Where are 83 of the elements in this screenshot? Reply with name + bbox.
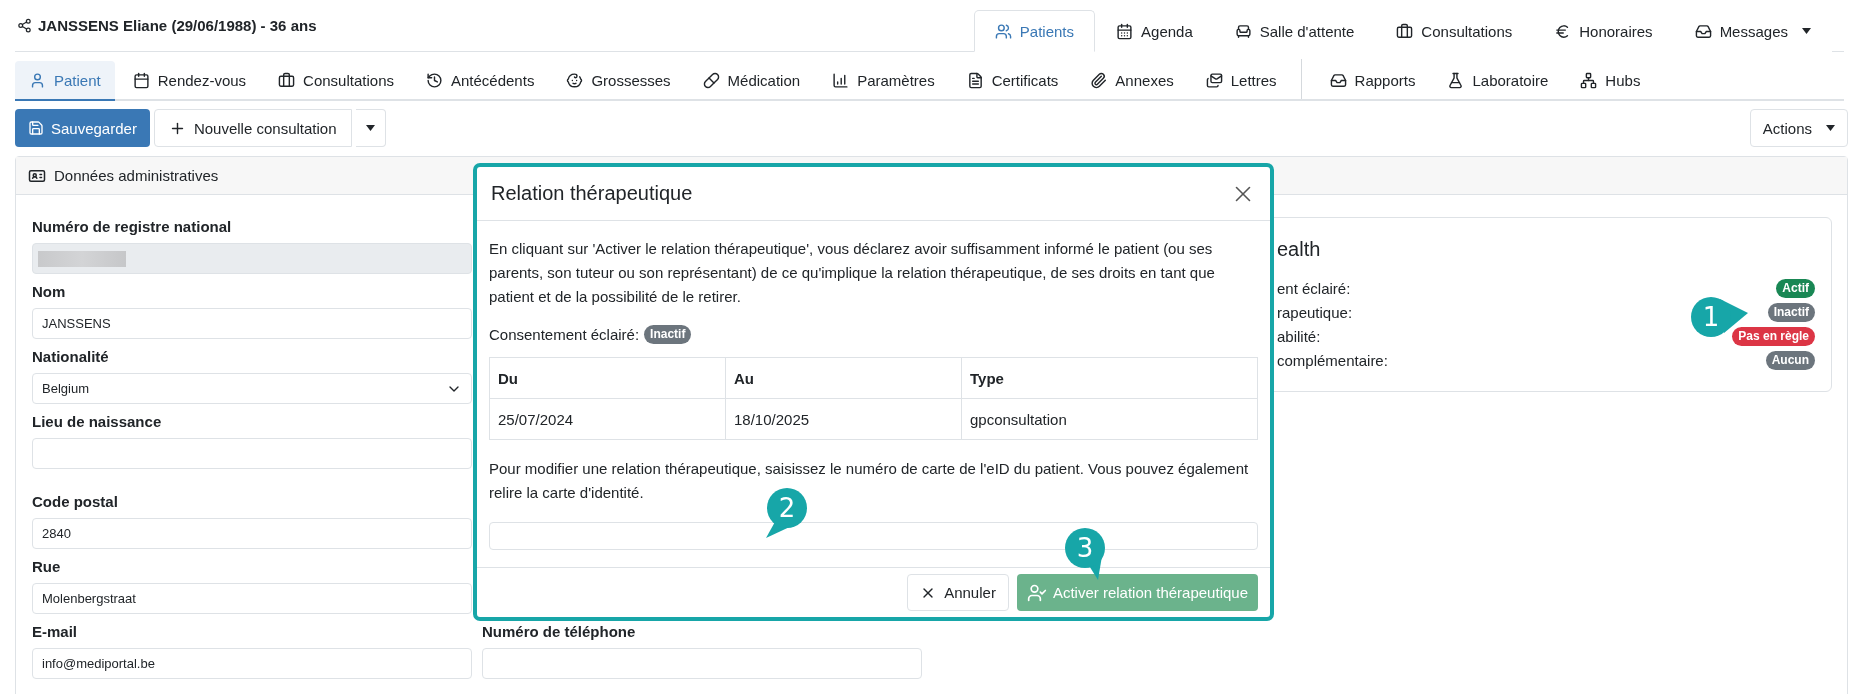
input-field[interactable]: 2840 [32,518,472,549]
modal-title: Relation thérapeutique [491,182,693,205]
user-icon [29,71,46,89]
tab[interactable]: Annexes [1076,61,1188,101]
inbox-icon [1694,22,1712,40]
status-label: abilité: [1277,327,1321,345]
tab[interactable]: Patient [15,61,115,101]
status-badge: Inactif [1767,302,1815,322]
field-label: Lieu de naissance [32,412,163,432]
tab[interactable]: Hubs [1566,61,1655,101]
save-icon [28,120,44,136]
paperclip-icon [1090,71,1108,89]
flask-icon [1447,71,1465,89]
status-badge: Actif [1776,278,1815,298]
document-icon [966,71,984,89]
tab[interactable]: Grossesses [552,61,685,101]
patient-name: JANSSENS Eliane (29/06/1988) - 36 ans [38,17,317,34]
field-label: Rue [32,557,62,577]
tab[interactable]: Certificats [952,61,1073,101]
tab[interactable]: Patients [973,10,1096,52]
history-icon [426,71,443,89]
tab[interactable]: Lettres [1191,61,1291,101]
tab[interactable]: Laboratoire [1433,61,1563,101]
baby-icon [566,71,584,89]
ehealth-title: ealth [1277,237,1322,262]
field-label: E-mail [32,622,78,642]
caret-icon [365,125,375,131]
select-field[interactable]: Belgium [32,373,472,404]
status-label: complémentaire: [1277,351,1388,369]
users-icon [994,22,1012,40]
cancel-button[interactable]: Annuler [907,574,1009,611]
field-label: Nom [32,282,67,302]
actions-button[interactable]: Actions [1749,109,1848,147]
field-label: Code postal [32,492,119,512]
input-field[interactable] [32,243,472,274]
input-field[interactable] [482,648,922,679]
inbox-icon [1329,71,1347,89]
dropdown-button[interactable] [355,109,386,147]
bar-chart-icon [832,71,850,89]
tab[interactable]: Paramètres [818,61,949,101]
calendar-icon [132,71,150,89]
table-cell: gpconsultation [961,398,1258,440]
input-field[interactable] [32,438,472,469]
input-field[interactable]: JANSSENS [32,308,472,339]
briefcase-icon [278,71,296,89]
status-badge: Pas en règle [1732,326,1815,346]
column-header: Au [725,357,962,399]
table-cell: 25/07/2024 [489,398,726,440]
column-header: Type [961,357,1258,399]
callout-number: 3 [1076,535,1094,561]
mail-icon [1205,71,1223,89]
input-field[interactable]: Molenbergstraat [32,583,472,614]
status-label: rapeutique: [1277,303,1353,321]
tab[interactable]: Rendez-vous [118,61,261,101]
tab[interactable]: Médication [688,61,815,101]
table-cell: 18/10/2025 [725,398,962,440]
card-title: Données administratives [54,167,219,184]
caret-icon [1826,125,1835,131]
calendar-icon [1116,22,1134,40]
tab[interactable]: Consultations [264,61,408,101]
tab[interactable]: Rapports [1315,61,1430,101]
network-icon [1580,71,1598,89]
callout-number: 1 [1702,304,1720,330]
status-label: ent éclairé: [1277,279,1351,297]
field-label: Nationalité [32,347,110,367]
new-consultation-button[interactable]: Nouvelle consultation [153,109,352,147]
consent-label: Consentement éclairé: [489,326,640,343]
status-badge: Inactif [644,325,692,344]
field-label: Numéro de téléphone [482,622,637,642]
share-icon [17,18,32,33]
callout-marker [1065,528,1105,580]
input-field[interactable]: info@mediportal.be [32,648,472,679]
callout-marker [766,488,807,538]
status-badge: Aucun [1765,350,1815,370]
tab[interactable]: Antécédents [412,61,549,101]
armchair-icon [1234,22,1252,40]
briefcase-icon [1396,22,1414,40]
field-label: Numéro de registre national [32,217,233,237]
user-check-icon [1026,582,1047,603]
save-button[interactable]: Sauvegarder [15,109,150,147]
consent-paragraph: En cliquant sur 'Activer le relation thérapeutique', vous déclarez avoir suffisamment informé le patient (ou ses parents, son tuteur ou son représentant) de ce qu'implique la relation thérapeutique, de ses droits en tant que patient et de la possibilité de le retirer. [489,239,1216,307]
column-header: Du [489,357,726,399]
pill-icon [702,71,720,89]
